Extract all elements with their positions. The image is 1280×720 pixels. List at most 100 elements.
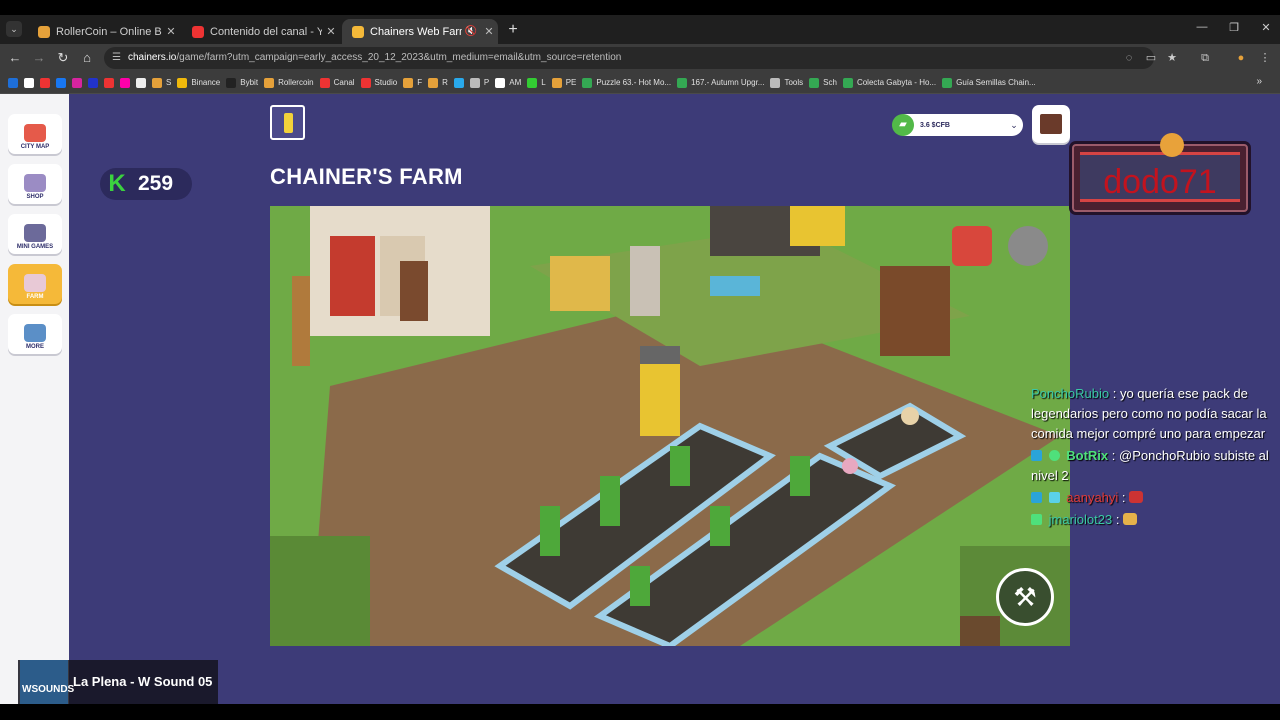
tab-rollercoin[interactable]: RollerCoin – Online Bitcoin Mi ✕ [28,19,180,44]
mute-tab-icon[interactable]: 🔇 [462,26,480,37]
streamer-name: dodo71 [1103,163,1217,201]
tracking-icon[interactable]: ◌ [1120,49,1138,67]
bookmark-star-icon[interactable]: ★ [1163,49,1181,67]
sub-badge-icon [1048,492,1060,503]
bookmark-item[interactable]: Tools [770,77,803,88]
address-bar[interactable]: ☰ chainers.io/game/farm?utm_campaign=ear… [104,47,1154,69]
bookmark-item[interactable]: Studio [360,77,398,88]
bookmark-label: 167.- Autumn Upgr... [691,78,765,87]
reload-icon[interactable]: ↻ [54,49,72,67]
game-canvas[interactable]: ⚒ [270,206,1070,646]
bookmark-label: Puzzle 63.- Hot Mo... [596,78,672,87]
grid-icon [24,324,46,342]
currency-selector[interactable]: ▰ 3.6 $CFB ⌄ [892,114,1023,136]
bookmark-item[interactable]: AM [495,77,521,88]
now-playing-bar: WSOUNDS La Plena - W Sound 05 [18,660,218,704]
tab-close-icon[interactable]: ✕ [162,25,180,38]
inventory-button[interactable] [1032,105,1070,143]
avatar[interactable] [270,105,305,140]
menu-icon[interactable]: ⋮ [1256,49,1274,67]
tab-youtube[interactable]: Contenido del canal - YouTube ✕ [182,19,340,44]
bookmark-item[interactable] [136,77,146,88]
cast-icon[interactable]: ▭ [1142,49,1160,67]
bookmark-item[interactable]: Guía Semillas Chain... [942,77,1036,88]
bookmarks-overflow-button[interactable]: » [1256,76,1262,87]
farm-scene [270,206,1070,646]
extensions-icon[interactable]: ⧉ [1196,49,1214,67]
minimize-icon[interactable]: — [1192,21,1212,33]
bookmark-item[interactable] [120,77,130,88]
back-icon[interactable]: ← [6,49,24,67]
sidebar-item-farm[interactable]: FARM [8,264,62,304]
bookmark-item[interactable]: Puzzle 63.- Hot Mo... [582,77,672,88]
bookmark-item[interactable]: Binance [177,77,220,88]
bookmark-label: P [483,78,490,87]
tab-search-button[interactable]: ⌄ [6,21,22,37]
bookmark-item[interactable]: S [152,77,171,88]
bookmark-item[interactable]: PE [551,77,577,88]
bookmark-item[interactable]: L [527,77,546,88]
bookmark-item[interactable] [8,77,18,88]
chat-user: BotRix [1066,448,1109,463]
bookmark-item[interactable]: Rollercoin [264,77,314,88]
verified-badge-icon [1031,450,1042,461]
profile-icon[interactable]: ● [1232,49,1250,67]
chevron-down-icon: ⌄ [1010,119,1018,130]
bookmark-item[interactable] [40,77,50,88]
forward-icon[interactable]: → [30,49,48,67]
page-title: CHAINER'S FARM [270,164,463,189]
bookmark-item[interactable]: Bybit [226,77,258,88]
chat-message: PonchoRubio : yo quería ese pack de lege… [1031,384,1280,444]
chat-overlay: PonchoRubio : yo quería ese pack de lege… [1031,384,1280,532]
bottom-bar [0,704,1280,720]
sidebar-item-city-map[interactable]: CITY MAP [8,114,62,154]
bookmark-item[interactable]: R [428,77,448,88]
maximize-icon[interactable]: ❐ [1224,21,1244,34]
bookmark-item[interactable] [24,77,34,88]
tab-close-icon[interactable]: ✕ [322,25,340,38]
album-art-text: WSOUNDS [22,684,75,695]
bookmark-item[interactable] [104,77,114,88]
drum [400,261,428,321]
tab-label: Contenido del canal - YouTube [210,25,322,38]
settings-icon[interactable] [1008,226,1048,266]
bookmark-item[interactable]: P [469,77,490,88]
bookmark-item[interactable] [72,77,82,88]
bookmark-item[interactable]: 167.- Autumn Upgr... [677,77,765,88]
bookmark-item[interactable]: Colecta Gabyta - Ho... [842,77,937,88]
bookmark-item[interactable]: F [403,77,422,88]
close-window-icon[interactable]: ✕ [1256,21,1276,34]
bookmark-favicon-icon [770,77,781,88]
streamer-panel: dodo71 [1080,133,1240,202]
bookmark-item[interactable]: Canal [319,77,355,88]
bookmark-item[interactable] [56,77,66,88]
verified-badge-icon [1031,492,1042,503]
coin-count: 259 [138,172,174,195]
bookmark-item[interactable] [453,77,464,88]
squirrel-icon [1160,133,1184,157]
bookmark-favicon-icon [551,77,562,88]
barn-icon[interactable] [952,226,992,266]
bookmark-label: Colecta Gabyta - Ho... [856,78,937,87]
chat-user: jmariolot23 [1048,512,1113,527]
bookmark-item[interactable]: Sch [809,77,837,88]
new-tab-button[interactable]: + [504,21,522,39]
bookmark-label: PE [565,78,577,87]
site-info-icon[interactable]: ☰ [112,52,124,64]
bookmark-label: Studio [374,78,398,87]
home-icon[interactable]: ⌂ [78,49,96,67]
bookmark-favicon-icon [8,77,18,88]
bot-badge-icon [1048,450,1060,461]
tab-close-icon[interactable]: ✕ [480,25,498,38]
bookmark-label: R [442,78,448,87]
tab-chainers[interactable]: Chainers Web Farm 🔇 ✕ [342,19,498,44]
bookmark-favicon-icon [264,77,275,88]
bookmark-favicon-icon [428,77,439,88]
bookmark-favicon-icon [842,77,853,88]
build-hammer-button[interactable]: ⚒ [996,568,1054,626]
bookmark-favicon-icon [582,77,593,88]
sidebar-item-shop[interactable]: SHOP [8,164,62,204]
sidebar-item-more[interactable]: MORE [8,314,62,354]
sidebar-item-mini-games[interactable]: MINI GAMES [8,214,62,254]
bookmark-item[interactable] [88,77,98,88]
